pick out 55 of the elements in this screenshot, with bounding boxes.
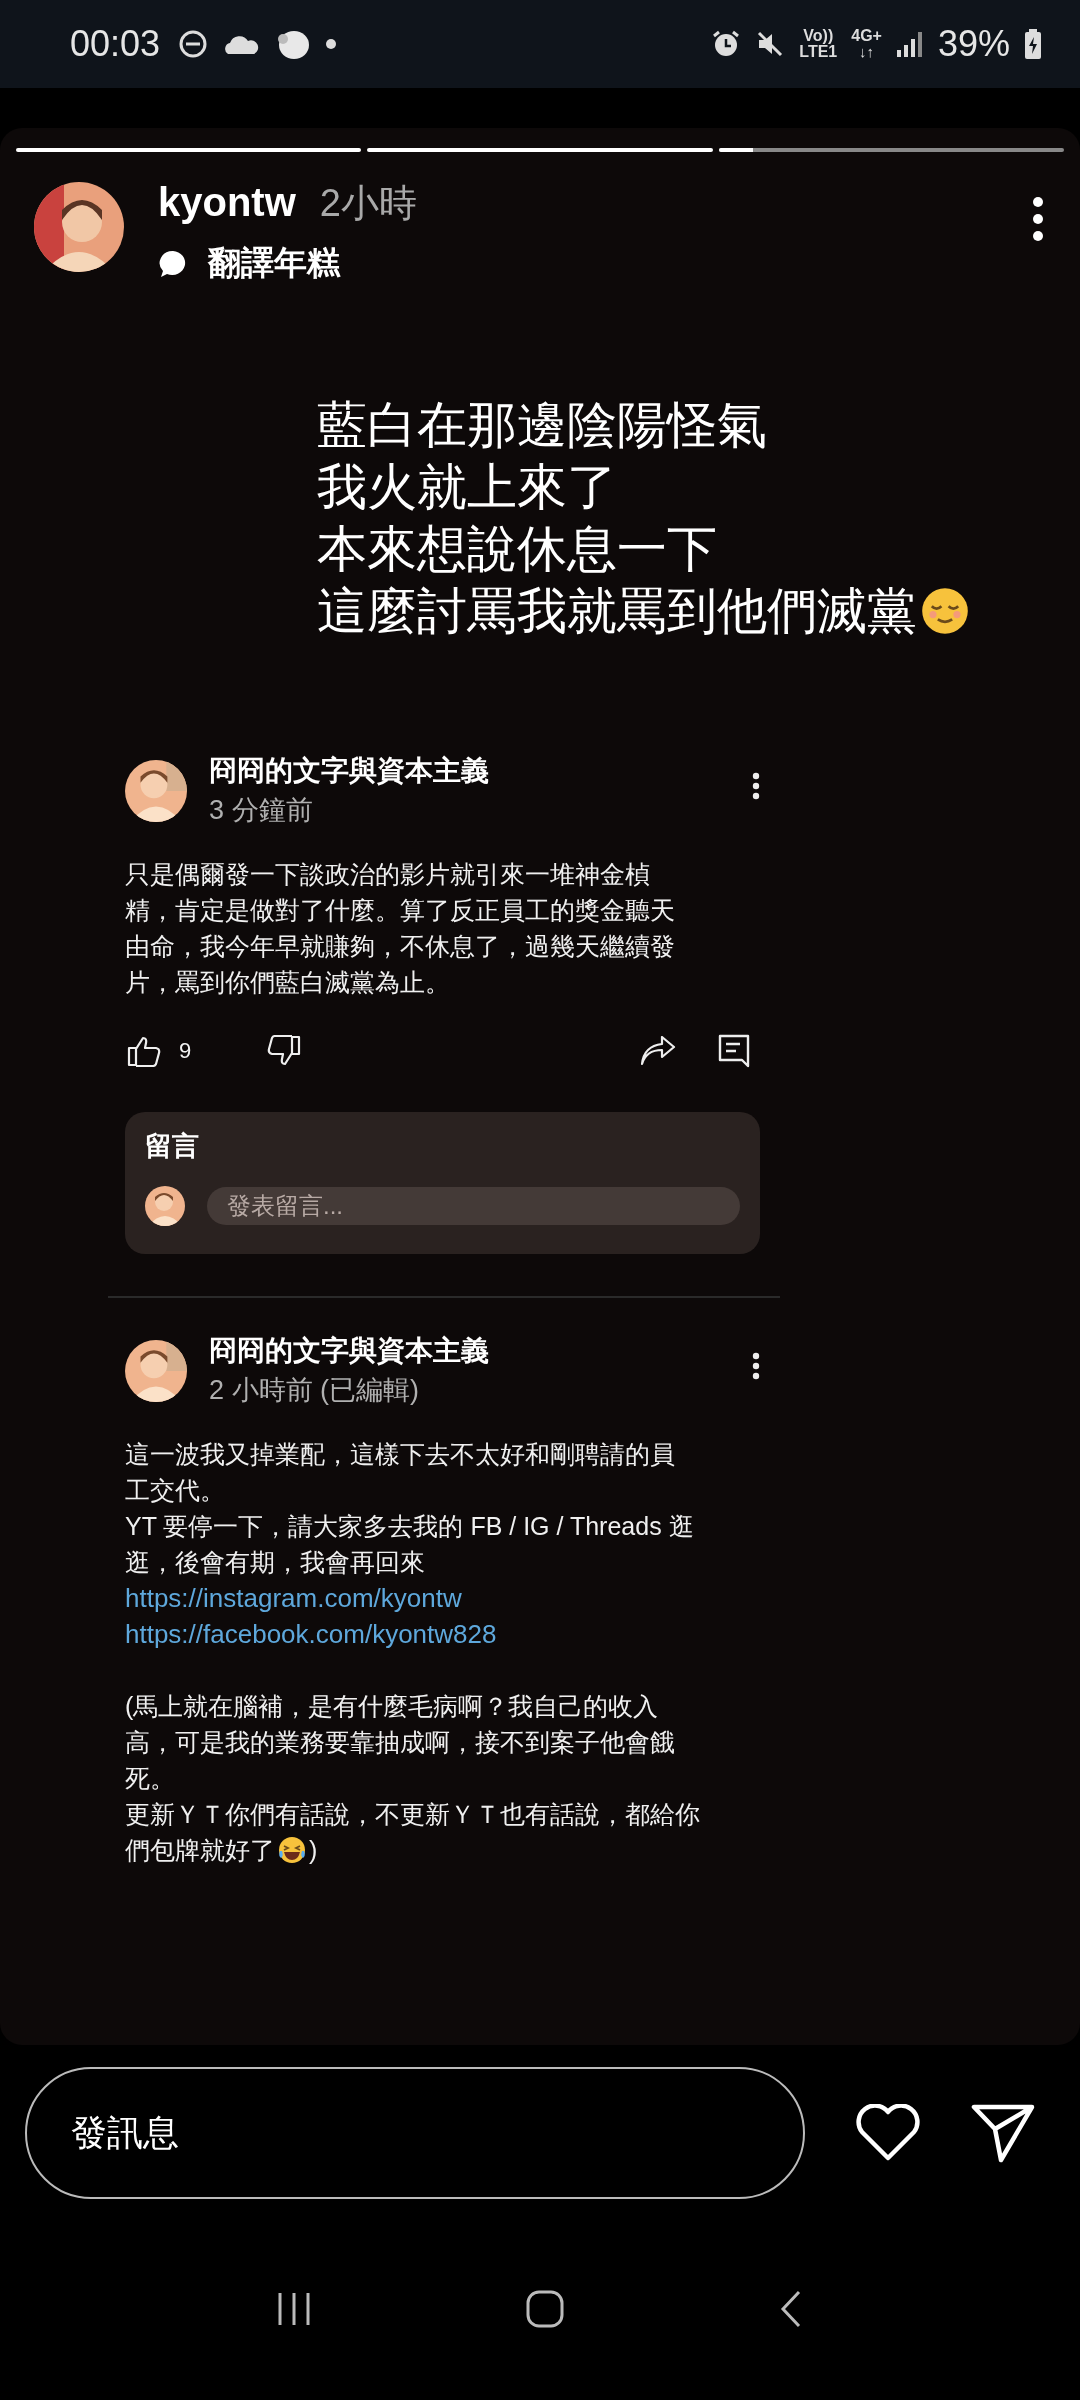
comment-icon[interactable] bbox=[718, 1034, 750, 1068]
story-text: 這麼討罵我就罵到他們滅黨 bbox=[317, 582, 917, 641]
dot-icon bbox=[326, 39, 337, 49]
back-icon[interactable] bbox=[779, 2289, 803, 2329]
username[interactable]: kyontw bbox=[158, 180, 296, 225]
comment-text: 更新ＹＴ你們有話說，不更新ＹＴ也有話說，都給你 bbox=[125, 1799, 700, 1830]
comment-text: 們包牌就好了 bbox=[125, 1835, 275, 1866]
battery-percentage: 39% bbox=[937, 23, 1010, 65]
comment-text: 工交代。 bbox=[125, 1475, 225, 1506]
heart-icon[interactable] bbox=[855, 2104, 921, 2162]
story-text: 本來想說休息一下 bbox=[317, 520, 717, 579]
more-options-icon[interactable] bbox=[752, 772, 760, 800]
comment-text: 這一波我又掉業配，這樣下去不太好和剛聘請的員 bbox=[125, 1439, 675, 1470]
comment-author: 冏冏的文字與資本主義 bbox=[209, 754, 490, 788]
clock: 00:03 bbox=[70, 23, 161, 65]
message-input[interactable]: 發訊息 bbox=[25, 2067, 805, 2199]
like-count: 9 bbox=[179, 1038, 192, 1064]
thumbs-down-icon[interactable] bbox=[267, 1035, 302, 1067]
comment-time: 2 小時前 (已編輯) bbox=[209, 1374, 420, 1407]
comment-text: YT 要停一下，請大家多去我的 FB / IG / Threads 逛 bbox=[125, 1511, 694, 1542]
home-icon[interactable] bbox=[525, 2289, 565, 2329]
comment-input[interactable]: 發表留言... bbox=[207, 1187, 740, 1225]
more-options-icon[interactable] bbox=[1032, 196, 1044, 242]
comment-text: 高，可是我的業務要靠抽成啊，接不到案子他會餓 bbox=[125, 1727, 675, 1758]
story-text: 我火就上來了 bbox=[317, 458, 617, 517]
battery-charging-icon bbox=[1024, 29, 1042, 59]
network-indicator: 4G+ ↓↑ bbox=[851, 28, 882, 60]
relieved-face-icon bbox=[921, 587, 969, 635]
comment-text: 精，肯定是做對了什麼。算了反正員工的獎金聽天 bbox=[125, 895, 675, 926]
comment-text: 只是偶爾發一下談政治的影片就引來一堆神金楨 bbox=[125, 859, 650, 890]
thumbs-up-icon[interactable] bbox=[127, 1035, 161, 1067]
comment-box-title: 留言 bbox=[145, 1130, 200, 1163]
volte-indicator: Vo)) LTE1 bbox=[799, 28, 838, 60]
laughing-face-icon bbox=[277, 1835, 307, 1865]
comment-text: (馬上就在腦補，是有什麼毛病啊？我自己的收入 bbox=[125, 1691, 659, 1722]
story-text: 藍白在那邊陰陽怪氣 bbox=[317, 396, 767, 455]
recent-apps-icon[interactable] bbox=[277, 2291, 311, 2327]
send-icon[interactable] bbox=[971, 2103, 1035, 2163]
comment-text: 逛，後會有期，我會再回來 bbox=[125, 1547, 425, 1578]
post-time: 2小時 bbox=[319, 181, 417, 226]
comment-text: ) bbox=[309, 1835, 318, 1866]
do-not-disturb-icon bbox=[178, 29, 209, 59]
link[interactable]: https://facebook.com/kyontw828 bbox=[125, 1616, 497, 1652]
comment-text: 由命，我今年早就賺夠，不休息了，過幾天繼續發 bbox=[125, 931, 675, 962]
comment-text: 片，罵到你們藍白滅黨為止。 bbox=[125, 967, 450, 998]
comment-time: 3 分鐘前 bbox=[209, 794, 314, 827]
share-icon[interactable] bbox=[640, 1036, 676, 1066]
more-options-icon[interactable] bbox=[752, 1352, 760, 1380]
link[interactable]: https://instagram.com/kyontw bbox=[125, 1580, 462, 1616]
comment-author: 冏冏的文字與資本主義 bbox=[209, 1334, 490, 1368]
signal-icon bbox=[895, 30, 924, 58]
alarm-icon bbox=[711, 29, 742, 59]
comment-text: 死。 bbox=[125, 1763, 175, 1794]
speech-bubble-icon bbox=[158, 248, 188, 279]
audio-label[interactable]: 翻譯年糕 bbox=[208, 241, 340, 286]
